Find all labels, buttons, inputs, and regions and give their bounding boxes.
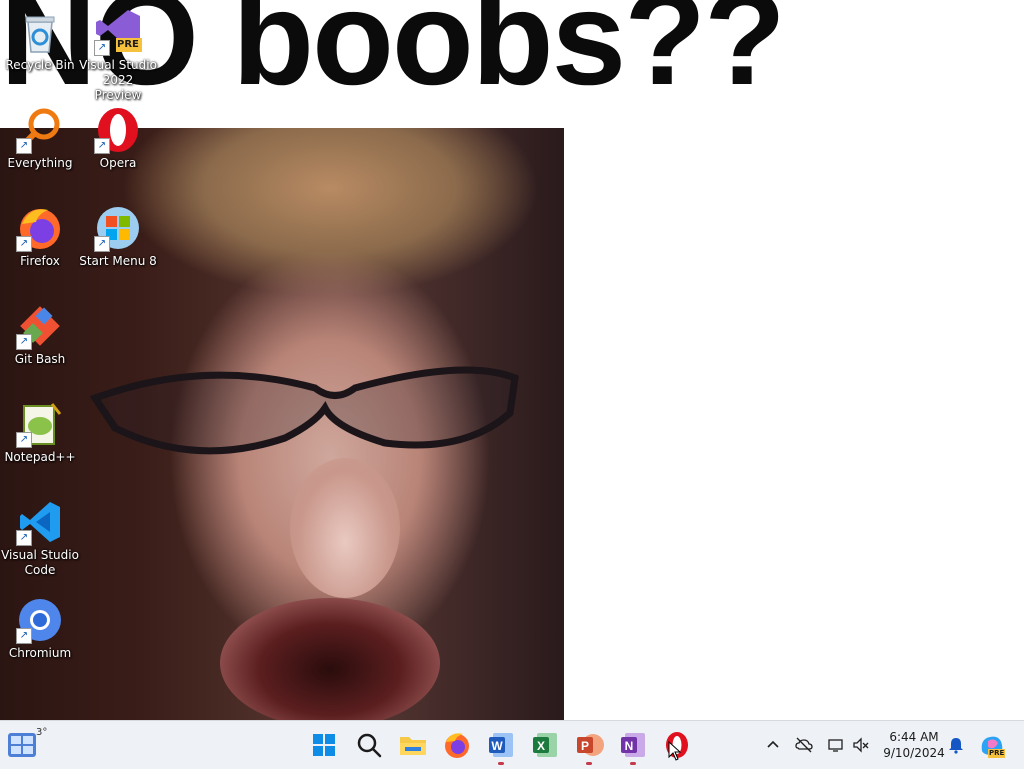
desktop-icon-start-menu-8[interactable]: ↗ Start Menu 8 xyxy=(78,204,158,269)
powerpoint-letter: P xyxy=(581,739,589,753)
desktop-icon-notepad-plus-plus[interactable]: ↗ Notepad++ xyxy=(0,400,80,465)
onenote-letter: N xyxy=(625,739,634,753)
desktop-icon-label: Visual Studio 2022 Preview xyxy=(79,58,157,102)
desktop-icon-recycle-bin[interactable]: Recycle Bin xyxy=(0,8,80,73)
shortcut-arrow-icon: ↗ xyxy=(94,236,110,252)
desktop-icon-everything[interactable]: ↗ Everything xyxy=(0,106,80,171)
show-hidden-icons-chevron-icon[interactable] xyxy=(764,736,782,754)
shortcut-arrow-icon: ↗ xyxy=(16,138,32,154)
shortcut-arrow-icon: ↗ xyxy=(94,138,110,154)
clock-date: 9/10/2024 xyxy=(883,746,945,760)
word-button[interactable]: W xyxy=(485,729,517,765)
photo-nose xyxy=(290,458,400,598)
desktop-icon-label: Git Bash xyxy=(14,352,66,366)
desktop-icon-opera[interactable]: ↗ Opera xyxy=(78,106,158,171)
desktop-icon-label: Start Menu 8 xyxy=(79,254,157,268)
desktop-icon-vscode[interactable]: ↗ Visual Studio Code xyxy=(0,498,80,578)
clock-time: 6:44 AM xyxy=(889,730,939,744)
desktop-icon-label: Recycle Bin xyxy=(5,58,75,72)
powerpoint-button[interactable]: P xyxy=(573,729,605,765)
firefox-icon: ↗ xyxy=(16,204,64,252)
vscode-icon: ↗ xyxy=(16,498,64,546)
word-letter: W xyxy=(491,739,503,753)
folder-icon xyxy=(400,737,426,755)
weather-widget[interactable]: 3° xyxy=(6,727,47,761)
weather-temp: 3° xyxy=(36,727,48,738)
search-button[interactable] xyxy=(353,729,385,761)
running-indicator xyxy=(586,762,592,765)
recycle-bin-icon xyxy=(16,8,64,56)
powerpoint-icon: P xyxy=(577,734,604,756)
volume-muted-icon[interactable] xyxy=(852,736,870,754)
shortcut-arrow-icon: ↗ xyxy=(16,530,32,546)
copilot-preview-badge: PRE xyxy=(989,749,1005,757)
everything-search-icon: ↗ xyxy=(16,106,64,154)
desktop-icon-label: Firefox xyxy=(20,254,60,268)
shortcut-arrow-icon: ↗ xyxy=(16,432,32,448)
taskbar-firefox-button[interactable] xyxy=(441,729,473,761)
shortcut-arrow-icon: ↗ xyxy=(16,628,32,644)
photo-glasses xyxy=(89,366,519,455)
file-explorer-button[interactable] xyxy=(397,729,429,761)
chromium-icon: ↗ xyxy=(16,596,64,644)
taskbar: 3° W X P N 6:44 AM 9/10/2024 PRE xyxy=(0,720,1024,769)
windows-start-icon xyxy=(313,734,335,756)
network-icon[interactable] xyxy=(827,736,845,754)
desktop-icon-label: Visual Studio Code xyxy=(1,548,79,577)
excel-letter: X xyxy=(537,739,545,753)
git-bash-icon: ↗ xyxy=(16,302,64,350)
notification-bell-icon[interactable] xyxy=(947,736,965,754)
word-icon: W xyxy=(489,733,513,757)
firefox-icon xyxy=(445,733,469,758)
start-button[interactable] xyxy=(308,729,340,761)
preview-badge: PRE xyxy=(117,39,139,50)
onenote-icon: N xyxy=(621,733,645,757)
shortcut-arrow-icon: ↗ xyxy=(16,236,32,252)
running-indicator xyxy=(498,762,504,765)
opera-icon: ↗ xyxy=(94,106,142,154)
excel-button[interactable]: X xyxy=(529,729,561,761)
visual-studio-preview-icon: PRE ↗ xyxy=(94,8,142,56)
desktop-icon-label: Chromium xyxy=(8,646,72,660)
start-menu-8-icon: ↗ xyxy=(94,204,142,252)
taskbar-opera-button[interactable] xyxy=(661,729,693,761)
onenote-button[interactable]: N xyxy=(617,729,649,765)
desktop-icon-visual-studio-preview[interactable]: PRE ↗ Visual Studio 2022 Preview xyxy=(78,8,158,103)
clock[interactable]: 6:44 AM 9/10/2024 xyxy=(880,729,948,761)
search-icon xyxy=(357,733,382,758)
photo-mouth xyxy=(220,598,440,720)
desktop-icon-label: Notepad++ xyxy=(4,450,76,464)
onedrive-offline-icon[interactable] xyxy=(795,736,813,754)
shortcut-arrow-icon: ↗ xyxy=(94,40,110,56)
excel-icon: X xyxy=(533,733,557,757)
mouse-cursor-icon xyxy=(668,741,682,761)
shortcut-arrow-icon: ↗ xyxy=(16,334,32,350)
copilot-button[interactable]: PRE xyxy=(978,731,1006,759)
desktop-icon-git-bash[interactable]: ↗ Git Bash xyxy=(0,302,80,367)
desktop-icon-chromium[interactable]: ↗ Chromium xyxy=(0,596,80,661)
notepad-plus-plus-icon: ↗ xyxy=(16,400,64,448)
running-indicator xyxy=(630,762,636,765)
desktop-icon-label: Opera xyxy=(99,156,137,170)
desktop-icon-label: Everything xyxy=(7,156,73,170)
desktop-icon-firefox[interactable]: ↗ Firefox xyxy=(0,204,80,269)
